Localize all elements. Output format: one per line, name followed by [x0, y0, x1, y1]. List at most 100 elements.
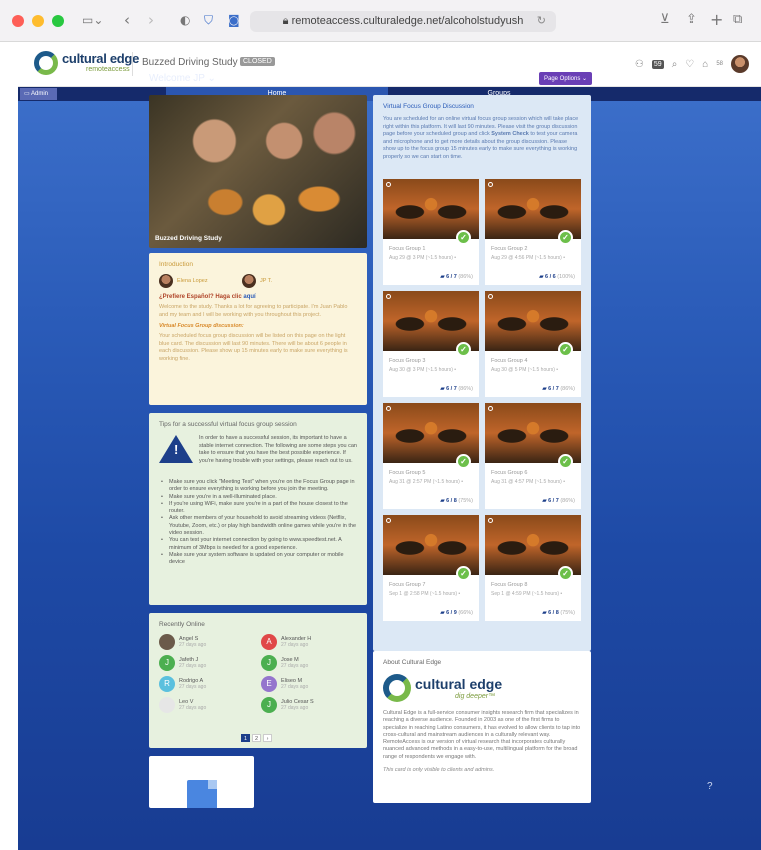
focus-group-card[interactable]: ✓ Focus Group 8 Sep 1 @ 4:59 PM (~1.5 hour… [485, 515, 581, 621]
fill-percent: (86%) [560, 498, 575, 504]
logo-text: cultural edge [62, 51, 140, 66]
list-item: Make sure you're in a well-illuminated p… [161, 494, 359, 502]
address-bar[interactable]: 🔒︎ remoteaccess.culturaledge.net/alcohol… [250, 11, 556, 32]
group-name: Focus Group 7 [389, 582, 426, 588]
list-item[interactable]: R Rodrigo A 27 days ago [159, 676, 255, 692]
camera-icon [488, 406, 493, 411]
list-item[interactable]: E Eliseo M 27 days ago [261, 676, 357, 692]
checkmark-icon: ✓ [456, 454, 471, 469]
reload-icon[interactable]: ↻ [537, 11, 546, 32]
fill-percent: (75%) [560, 610, 575, 616]
card-title: About Cultural Edge [383, 659, 442, 666]
group-count: ▰ 6 / 7 (86%) [542, 386, 575, 392]
virtual-focus-group-card: Virtual Focus Group Discussion You are s… [373, 95, 591, 651]
page-options-button[interactable]: Page Options ⌄ [539, 72, 593, 85]
focus-group-list: ✓ Focus Group 1 Aug 29 @ 3 PM (~1.5 hours)… [383, 179, 581, 621]
last-seen: 27 days ago [281, 684, 309, 690]
system-check-text: System Check [491, 131, 529, 137]
list-item[interactable]: Leo V 27 days ago [159, 697, 255, 713]
list-item[interactable]: Angel S 27 days ago [159, 634, 255, 650]
group-date: Sep 1 @ 2:58 PM (~1.5 hours) • [389, 591, 461, 597]
hero-image: Buzzed Driving Study [149, 95, 367, 248]
list-item[interactable]: A Alexander H 27 days ago [261, 634, 357, 650]
page-button[interactable]: 2 [252, 734, 261, 742]
logo-mark-icon [34, 51, 58, 75]
last-seen: 27 days ago [281, 642, 309, 648]
warning-icon: ! [159, 435, 193, 463]
focus-group-card[interactable]: ✓ Focus Group 4 Aug 30 @ 5 PM (~1.5 hours)… [485, 291, 581, 397]
share-icon[interactable]: ⇪ [686, 11, 697, 29]
list-item[interactable]: J Julio Cesar S 27 days ago [261, 697, 357, 713]
list-item[interactable]: J Jafeth J 27 days ago [159, 655, 255, 671]
closed-badge: CLOSED [240, 57, 275, 66]
avatar: J [159, 655, 175, 671]
camera-icon[interactable]: ◙ [228, 11, 240, 29]
team-member[interactable]: JP T. [242, 274, 272, 288]
list-item[interactable]: J Jose M 27 days ago [261, 655, 357, 671]
team-member[interactable]: Elena Lopez [159, 274, 208, 288]
page-button[interactable]: 1 [241, 734, 250, 742]
avatar[interactable] [731, 55, 749, 73]
camera-icon [488, 518, 493, 523]
tips-list: Make sure you click "Meeting Test" when … [161, 479, 359, 567]
focus-group-card[interactable]: ✓ Focus Group 3 Aug 30 @ 3 PM (~1.5 hours)… [383, 291, 479, 397]
camera-icon [488, 294, 493, 299]
new-tab-icon[interactable]: + [710, 11, 723, 29]
back-arrow-icon[interactable]: ‹ [124, 11, 130, 29]
list-item: Make sure you click "Meeting Test" when … [161, 479, 359, 494]
group-count: ▰ 6 / 9 (66%) [440, 610, 473, 616]
sidebar-toggle-icon[interactable]: ▭⌄ [82, 11, 103, 29]
vfg-description: You are scheduled for an online virtual … [383, 116, 581, 161]
user-count-badge: 59 [651, 59, 664, 69]
focus-group-card[interactable]: ✓ Focus Group 1 Aug 29 @ 3 PM (~1.5 hours)… [383, 179, 479, 285]
focus-group-card[interactable]: ✓ Focus Group 7 Sep 1 @ 2:58 PM (~1.5 hour… [383, 515, 479, 621]
tabs-overview-icon[interactable]: ⧉ [733, 11, 742, 29]
vfg-text: Your scheduled focus group discussion wi… [159, 333, 348, 362]
browser-window: ▭⌄ ‹ › ◐ ⛉ ◙ 🔒︎ remoteaccess.culturaledg… [0, 0, 761, 850]
card-title: Tips for a successful virtual focus grou… [159, 421, 297, 428]
card-title: Virtual Focus Group Discussion [383, 103, 474, 110]
group-date: Aug 30 @ 5 PM (~1.5 hours) • [491, 367, 558, 373]
shield-icon[interactable]: ⛉ [204, 11, 213, 29]
next-page-button[interactable]: › [263, 734, 272, 742]
minimize-window-button[interactable] [32, 15, 44, 27]
focus-group-card[interactable]: ✓ Focus Group 2 Aug 29 @ 4:56 PM (~1.5 hou… [485, 179, 581, 285]
search-icon[interactable]: ⌕ [672, 59, 678, 70]
avatar [159, 274, 173, 288]
participants-icon: ▰ [539, 274, 544, 280]
forward-arrow-icon[interactable]: › [148, 11, 154, 29]
study-selector[interactable]: Buzzed Driving Study ⌄ [142, 57, 249, 68]
list-item: Ask other members of your household to a… [161, 515, 359, 537]
card-title: Introduction [159, 261, 193, 268]
list-item: You can test your internet connection by… [161, 537, 359, 552]
avatar: A [261, 634, 277, 650]
logo-mark-icon [383, 674, 411, 702]
vfg-heading: Virtual Focus Group discussion: [159, 323, 244, 329]
download-icon[interactable]: ⊻ [660, 11, 670, 29]
participant-count: 6 / 7 [548, 386, 559, 392]
camera-icon [386, 294, 391, 299]
privacy-icon[interactable]: ◐ [180, 11, 190, 29]
cultural-edge-logo[interactable]: cultural edge remoteaccess [34, 48, 144, 80]
users-icon[interactable]: ⚇ [635, 59, 644, 70]
file-card[interactable] [149, 756, 254, 808]
zoom-window-button[interactable] [52, 15, 64, 27]
help-button[interactable]: ? [707, 781, 713, 792]
last-seen: 27 days ago [179, 684, 207, 690]
focus-group-card[interactable]: ✓ Focus Group 6 Aug 31 @ 4:57 PM (~1.5 hou… [485, 403, 581, 509]
group-count: ▰ 6 / 8 (75%) [440, 498, 473, 504]
admin-button[interactable]: ▭ Admin [20, 88, 57, 100]
member-name: Elena Lopez [177, 278, 208, 284]
list-item: If you're using WiFi, make sure you're i… [161, 501, 359, 516]
notifications-icon[interactable]: ⌂ [702, 59, 708, 70]
group-count: ▰ 6 / 8 (75%) [542, 610, 575, 616]
spanish-link[interactable]: aquí [243, 294, 255, 300]
camera-icon [386, 406, 391, 411]
close-window-button[interactable] [12, 15, 24, 27]
group-name: Focus Group 3 [389, 358, 426, 364]
focus-group-card[interactable]: ✓ Focus Group 5 Aug 31 @ 2:57 PM (~1.5 hou… [383, 403, 479, 509]
welcome-menu[interactable]: Welcome JP ⌄ [149, 73, 216, 84]
camera-icon [386, 518, 391, 523]
recently-online-card: Recently Online Angel S 27 days ago A Alex… [149, 613, 367, 748]
messages-icon[interactable]: ♡ [685, 59, 694, 70]
